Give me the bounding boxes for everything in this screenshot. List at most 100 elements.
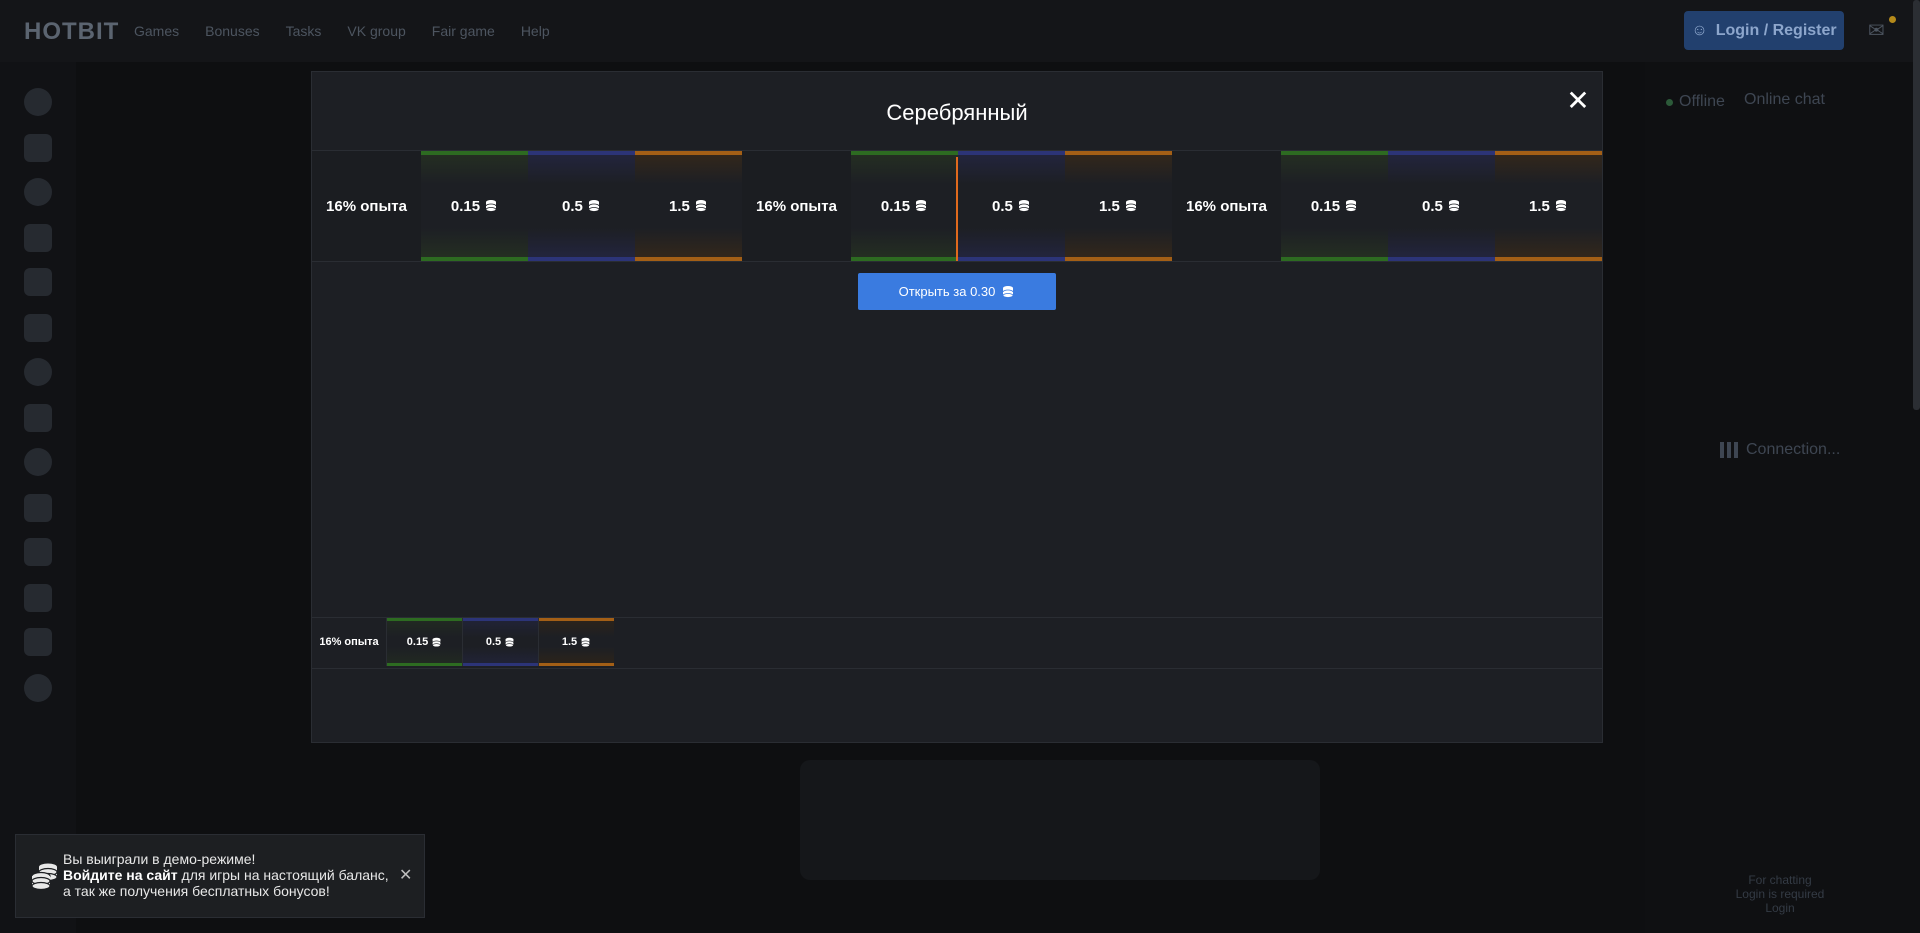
top-bar: HOTBIT Games Bonuses Tasks VK group Fair…	[0, 0, 1920, 62]
login-register-button[interactable]: ☺ Login / Register	[1684, 11, 1844, 50]
page-scrollbar[interactable]	[1913, 0, 1920, 410]
notification-dot	[1889, 16, 1896, 23]
case-icon[interactable]	[24, 628, 52, 656]
status-dot	[1666, 98, 1673, 106]
tower-icon[interactable]	[24, 538, 52, 566]
nav-tasks[interactable]: Tasks	[286, 23, 322, 39]
strip-item-label: 0.5	[992, 197, 1013, 215]
coin-icon	[484, 199, 498, 213]
chat-footer: For chatting Login is required Login	[1725, 873, 1835, 915]
strip-item-label: 1.5	[1529, 197, 1550, 215]
contents-item-prize: 1.5	[538, 618, 614, 666]
strip-item-prize: 1.5	[1064, 151, 1172, 261]
contents-item-prize: 0.5	[462, 618, 538, 666]
king-icon[interactable]	[24, 268, 52, 296]
chat-panel	[1645, 62, 1920, 933]
chat-status-label: Offline	[1679, 93, 1725, 110]
contents-item-prize: 0.15	[386, 618, 462, 666]
strip-item-label: 0.15	[880, 197, 911, 215]
close-icon[interactable]: ✕	[1566, 87, 1590, 115]
strip-item-prize: 0.15	[850, 151, 958, 261]
strip-item-prize: 1.5	[634, 151, 742, 261]
toast-line2: Войдите на сайт для игры на настоящий ба…	[63, 867, 393, 883]
toast-close-icon[interactable]: ✕	[399, 865, 412, 885]
strip-item-prize: 1.5	[1494, 151, 1602, 261]
coin-icon	[580, 637, 591, 648]
strip-item-prize: 0.5	[1387, 151, 1495, 261]
strip-item-prize: 0.15	[420, 151, 528, 261]
main-nav: Games Bonuses Tasks VK group Fair game H…	[134, 23, 550, 39]
coin-icon	[1447, 199, 1461, 213]
chat-connection: Connection...	[1720, 441, 1840, 459]
game-sidebar	[0, 62, 76, 933]
coin-icon	[694, 199, 708, 213]
strip-item-xp: 16% опыта	[741, 151, 851, 261]
coin-icon	[504, 637, 515, 648]
strip-item-label: 0.15	[1310, 197, 1341, 215]
wheel-icon[interactable]	[24, 178, 52, 206]
chart-icon[interactable]	[24, 494, 52, 522]
toast-line2-rest: для игры на настоящий баланс,	[177, 867, 389, 883]
strip-item-label: 16% опыта	[326, 197, 407, 215]
strip-item-label: 16% опыта	[1186, 197, 1267, 215]
user-icon: ☺	[1691, 21, 1708, 39]
background-graphic	[800, 760, 1320, 880]
contents-item-label: 0.15	[406, 636, 429, 648]
strip-item-prize: 0.15	[1280, 151, 1388, 261]
strip-item-label: 0.5	[1422, 197, 1443, 215]
contents-item-label: 0.5	[485, 636, 502, 648]
demo-win-toast: Вы выиграли в демо-режиме! Войдите на са…	[15, 834, 425, 918]
pyramid-icon[interactable]	[24, 584, 52, 612]
strip-item-label: 0.5	[562, 197, 583, 215]
nav-bonuses[interactable]: Bonuses	[205, 23, 259, 39]
nav-vk-group[interactable]: VK group	[347, 23, 405, 39]
roulette-strip: 16% опыта 0.15 0.5 1.5 16% опыта 0.15 0.5 1.5 16…	[312, 150, 1602, 262]
nav-fair-game[interactable]: Fair game	[432, 23, 495, 39]
toast-line3: а так же получения бесплатных бонусов!	[63, 883, 330, 899]
cards-icon[interactable]	[24, 404, 52, 432]
chat-title: Online chat	[1744, 91, 1825, 108]
strip-item-prize: 0.5	[957, 151, 1065, 261]
toast-login-link[interactable]: Войдите на сайт	[63, 867, 178, 883]
coin-icon	[1017, 199, 1031, 213]
game-icon-1[interactable]	[24, 88, 52, 116]
login-register-label: Login / Register	[1715, 21, 1837, 39]
nav-help[interactable]: Help	[521, 23, 550, 39]
strip-item-label: 16% опыта	[756, 197, 837, 215]
chat-login-link[interactable]: Login	[1725, 901, 1835, 915]
contents-item-label: 1.5	[561, 636, 578, 648]
chat-footer-line2: Login is required	[1735, 887, 1825, 901]
chat-footer-line1: For chatting	[1748, 873, 1812, 887]
coin-icon	[1124, 199, 1138, 213]
coins-stack-icon	[30, 861, 60, 891]
gear-icon[interactable]	[24, 358, 52, 386]
coin-icon	[587, 199, 601, 213]
open-case-button[interactable]: Открыть за 0.30	[858, 273, 1056, 310]
strip-item-label: 1.5	[1099, 197, 1120, 215]
dice-icon[interactable]	[24, 134, 52, 162]
slots-icon[interactable]	[24, 314, 52, 342]
roulette-icon[interactable]	[24, 448, 52, 476]
open-case-label: Открыть за 0.30	[898, 284, 996, 299]
coins-icon[interactable]	[24, 674, 52, 702]
site-logo[interactable]: HOTBIT	[24, 18, 119, 46]
crash-icon[interactable]	[24, 224, 52, 252]
connection-label: Connection...	[1746, 441, 1841, 458]
toast-message: Вы выиграли в демо-режиме! Войдите на са…	[63, 851, 393, 899]
nav-games[interactable]: Games	[134, 23, 179, 39]
strip-item-label: 1.5	[669, 197, 690, 215]
chat-toggle-icon[interactable]: ✉	[1868, 16, 1896, 44]
chat-status: Offline	[1666, 93, 1725, 111]
coin-icon	[914, 199, 928, 213]
contents-item-xp: 16% опыта	[312, 618, 386, 666]
signal-icon	[1720, 442, 1738, 458]
strip-item-xp: 16% опыта	[1171, 151, 1281, 261]
coin-icon	[1001, 285, 1015, 299]
toast-line1: Вы выиграли в демо-режиме!	[63, 851, 256, 867]
case-modal: Серебрянный ✕ 16% опыта 0.15 0.5 1.5 16% опы…	[311, 71, 1603, 743]
contents-item-label: 16% опыта	[319, 636, 379, 648]
coin-icon	[1554, 199, 1568, 213]
strip-item-label: 0.15	[450, 197, 481, 215]
strip-item-prize: 0.5	[527, 151, 635, 261]
roulette-marker	[956, 157, 958, 261]
